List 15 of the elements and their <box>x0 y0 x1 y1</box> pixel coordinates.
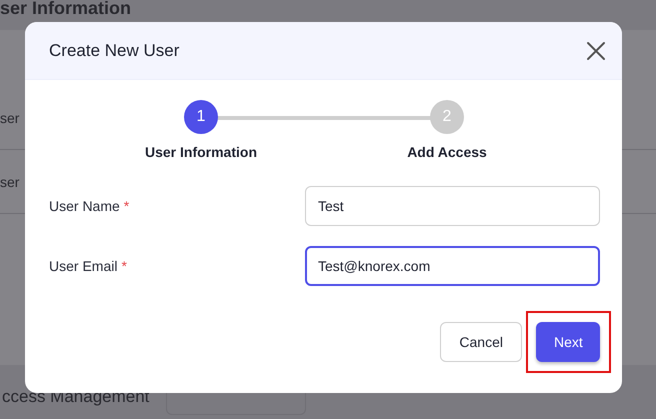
input-field[interactable]: Test@knorex.com <box>305 246 600 286</box>
input-field[interactable]: Test <box>305 186 600 226</box>
field-label: User Email * <box>49 258 127 274</box>
step-number: 1 <box>184 100 218 134</box>
field-label: ser <box>0 110 20 126</box>
step-label: Add Access <box>407 144 487 160</box>
field-label: ser <box>0 174 20 190</box>
close-icon[interactable] <box>586 40 606 60</box>
section-title: ccess Management <box>2 387 150 407</box>
step-label: User Information <box>144 144 257 160</box>
cancel-button[interactable]: Cancel <box>440 322 522 362</box>
dialog-title: Create New User <box>49 40 180 60</box>
page-heading: ser Information <box>0 0 132 18</box>
field-label: User Name * <box>49 198 130 214</box>
next-button[interactable]: Next <box>536 322 600 362</box>
